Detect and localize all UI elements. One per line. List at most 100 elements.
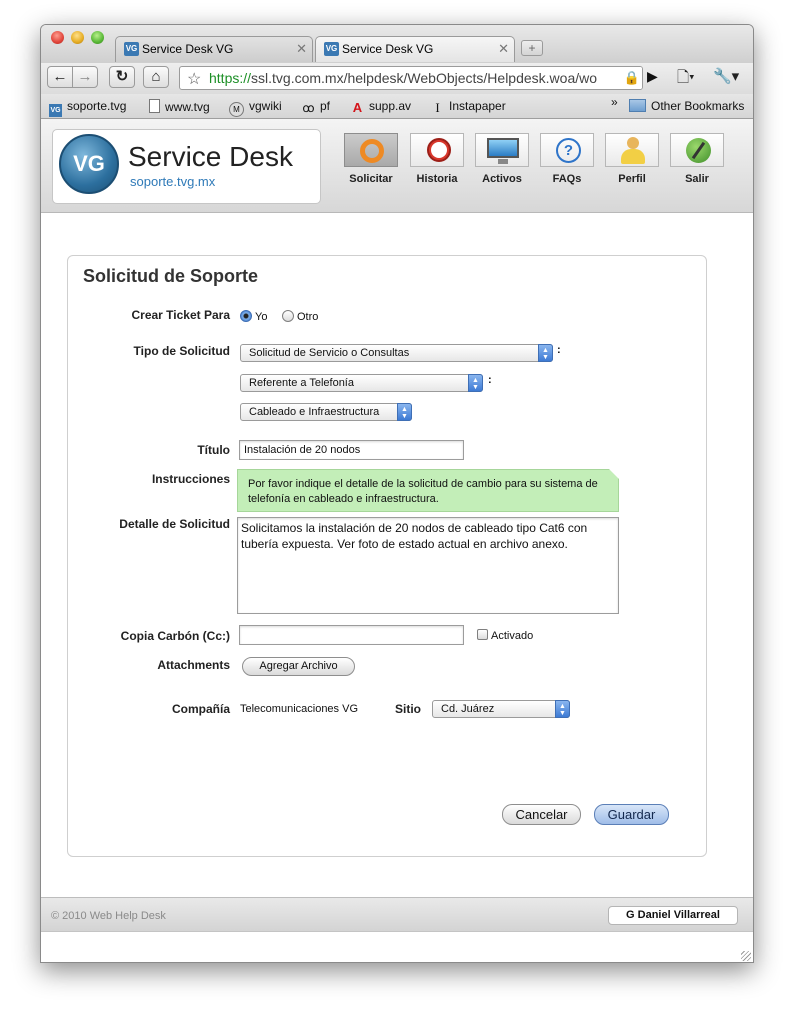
bookmark-www[interactable]: www.tvg [149, 99, 210, 114]
user-icon [605, 133, 659, 167]
question-icon: ? [540, 133, 594, 167]
titulo-input[interactable]: Instalación de 20 nodos [239, 440, 464, 460]
lock-icon: 🔒 [622, 67, 642, 89]
other-bookmarks[interactable]: Other Bookmarks [629, 99, 744, 113]
user-badge[interactable]: G Daniel Villarreal [608, 906, 738, 925]
nav-label: Solicitar [349, 173, 393, 185]
instrucciones-label: Instrucciones [151, 472, 230, 486]
vg-favicon-icon: VG [49, 104, 62, 117]
browser-window: VG Service Desk VG ✕ VG Service Desk VG … [40, 24, 754, 963]
select-arrows-icon: ▲ ▼ [538, 344, 553, 362]
page-footer: © 2010 Web Help Desk G Daniel Villarreal [41, 897, 753, 932]
cc-label: Copia Carbón (Cc:) [120, 629, 230, 643]
select-arrows-icon: ▲ ▼ [468, 374, 483, 392]
reload-button[interactable]: ↻ [109, 66, 135, 88]
copyright-text: © 2010 Web Help Desk [51, 910, 166, 922]
activado-checkbox[interactable] [477, 629, 488, 640]
page-icon [149, 99, 160, 113]
home-button[interactable]: ⌂ [143, 66, 169, 88]
nav-label: Activos [482, 173, 522, 185]
new-tab-button[interactable]: + [521, 40, 543, 56]
radio-yo[interactable] [240, 310, 252, 322]
site-subtitle: soporte.tvg.mx [130, 174, 216, 189]
exit-icon [670, 133, 724, 167]
monitor-icon [475, 133, 529, 167]
sitio-label: Sitio [395, 702, 421, 716]
titulo-label: Título [197, 443, 230, 457]
zoom-window-icon[interactable] [91, 31, 104, 44]
cancel-button[interactable]: Cancelar [502, 804, 581, 825]
compania-value: Telecomunicaciones VG [240, 703, 359, 715]
compania-label: Compañía [171, 702, 230, 716]
select-arrows-icon: ▲ ▼ [555, 700, 570, 718]
attachments-label: Attachments [157, 658, 230, 672]
vg-favicon-icon: VG [324, 42, 339, 56]
radio-yo-label: Yo [255, 311, 268, 323]
nav-activos[interactable]: Activos [474, 133, 530, 185]
site-title: Service Desk [128, 141, 293, 172]
nav-label: Perfil [618, 173, 646, 185]
go-icon[interactable]: ▶ [647, 68, 658, 85]
lifebuoy-icon [344, 133, 398, 167]
wrench-menu-icon[interactable]: 🔧▾ [713, 67, 739, 85]
tab-title: Service Desk VG [342, 42, 434, 56]
separator-colon: : [488, 374, 492, 386]
address-bar[interactable]: ☆ https://ssl.tvg.com.mx/helpdesk/WebObj… [179, 66, 643, 90]
tab-strip: VG Service Desk VG ✕ VG Service Desk VG … [41, 25, 753, 63]
radio-otro[interactable] [282, 310, 294, 322]
instructions-note: Por favor indique el detalle de la solic… [237, 469, 619, 512]
bookmark-suppav[interactable]: Asupp.av [351, 99, 411, 114]
nav-perfil[interactable]: Perfil [604, 133, 660, 185]
bookmark-soporte[interactable]: VG soporte.tvg [49, 99, 126, 117]
save-button[interactable]: Guardar [594, 804, 669, 825]
tab-close-icon[interactable]: ✕ [296, 41, 307, 57]
nav-label: Salir [685, 173, 709, 185]
browser-tab-2[interactable]: VG Service Desk VG ✕ [315, 36, 515, 62]
vg-favicon-icon: VG [124, 42, 139, 56]
nav-label: Historia [416, 173, 458, 185]
vg-logo-icon: VG [59, 134, 119, 194]
sitio-select[interactable]: Cd. Juárez ▲ ▼ [432, 700, 570, 718]
nav-historia[interactable]: Historia [409, 133, 465, 185]
minimize-window-icon[interactable] [71, 31, 84, 44]
nav-salir[interactable]: Salir [669, 133, 725, 185]
page-header: VG Service Desk soporte.tvg.mx Solicitar… [41, 119, 753, 213]
nav-label: FAQs [552, 173, 582, 185]
star-icon[interactable]: ☆ [187, 69, 201, 89]
detalle-textarea[interactable]: Solicitamos la instalación de 20 nodos d… [237, 517, 619, 614]
radio-otro-label: Otro [297, 311, 319, 323]
tipo-select-1[interactable]: Solicitud de Servicio o Consultas ▲ ▼ [240, 344, 553, 362]
tab-close-icon[interactable]: ✕ [498, 41, 509, 57]
support-request-form: Solicitud de Soporte Crear Ticket Para Y… [67, 255, 707, 857]
separator-colon: : [557, 344, 561, 356]
crear-ticket-label: Crear Ticket Para [131, 308, 230, 322]
url-text: https://ssl.tvg.com.mx/helpdesk/WebObjec… [209, 70, 598, 86]
resize-grip-icon[interactable] [741, 951, 751, 961]
bookmark-vgwiki[interactable]: Mvgwiki [229, 99, 282, 117]
add-file-button[interactable]: Agregar Archivo [242, 657, 355, 676]
cc-input[interactable] [239, 625, 464, 645]
wiki-icon: M [229, 102, 244, 117]
folder-icon [629, 99, 646, 112]
instapaper-icon: I [435, 100, 440, 115]
form-title: Solicitud de Soporte [83, 266, 259, 286]
bookmark-instapaper[interactable]: I Instapaper [431, 99, 505, 115]
browser-tab-1[interactable]: VG Service Desk VG ✕ [115, 36, 313, 62]
bookmarks-overflow-icon[interactable]: » [611, 95, 618, 109]
activado-label: Activado [491, 630, 534, 642]
tab-title: Service Desk VG [142, 42, 234, 56]
nav-solicitar[interactable]: Solicitar [343, 133, 399, 185]
back-button[interactable]: ← [47, 66, 73, 88]
close-window-icon[interactable] [51, 31, 64, 44]
forward-button[interactable]: → [72, 66, 98, 88]
select-arrows-icon: ▲ ▼ [397, 403, 412, 421]
bookmarks-bar: VG soporte.tvg www.tvg Mvgwiki ꝏ pf Asupp.… [41, 94, 753, 119]
pf-icon: ꝏ [302, 101, 315, 115]
logo[interactable]: VG Service Desk soporte.tvg.mx [52, 129, 321, 204]
tipo-select-2[interactable]: Referente a Telefonía ▲ ▼ [240, 374, 483, 392]
page-menu-icon[interactable]: 🗋▾ [677, 67, 695, 92]
bookmark-pf[interactable]: ꝏ pf [302, 99, 330, 115]
nav-faqs[interactable]: ? FAQs [539, 133, 595, 185]
tipo-select-3[interactable]: Cableado e Infraestructura ▲ ▼ [240, 403, 412, 421]
clock-icon [410, 133, 464, 167]
